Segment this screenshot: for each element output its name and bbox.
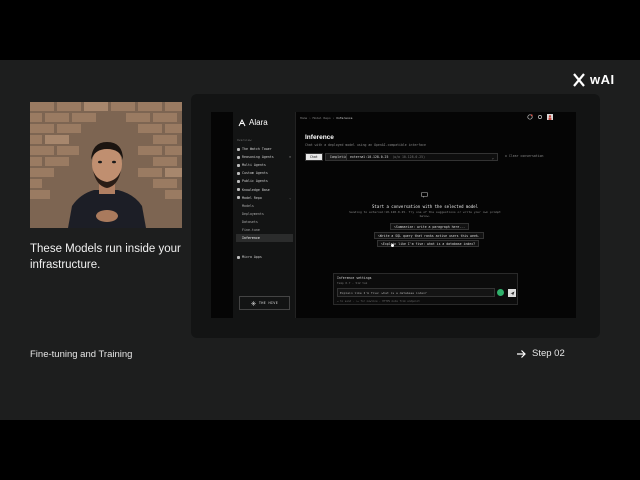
sidebar-item-custom-agents[interactable]: Custom Agents: [236, 169, 293, 177]
model-select-hint: (w/o 10.128.0.25): [392, 155, 426, 159]
chevron-down-icon: ⌄: [289, 195, 291, 200]
chat-mode-button[interactable]: Chat: [305, 153, 323, 161]
sidebar-item-label: Model Repo: [242, 195, 262, 200]
tower-icon: [237, 147, 240, 151]
hive-icon: [250, 300, 256, 306]
slide-caption: These Models run inside your infrastruct…: [30, 243, 181, 271]
assistant-status-icon: [497, 289, 504, 296]
sidebar-item-label: Public Agents: [242, 179, 268, 184]
suggestion-label: Explain like I'm five: what is a databas…: [382, 241, 476, 246]
brain-icon: [237, 155, 240, 159]
sidebar-item-multi-agents[interactable]: Multi Agents: [236, 161, 293, 169]
cube-icon: [237, 196, 240, 200]
notification-icon[interactable]: [527, 114, 533, 120]
app-window: Alara Overview The Watch Tower Reasoning…: [211, 112, 576, 318]
settings-icon[interactable]: [537, 114, 543, 120]
sidebar-subitem-datasets[interactable]: Datasets: [236, 218, 293, 226]
sidebar-subitem-deployments[interactable]: Deployments: [236, 210, 293, 218]
chat-composer: Inference settings Temp 0.7 · 512 tok Ex…: [333, 273, 518, 305]
breadcrumb-model-repo[interactable]: Model Repo: [313, 116, 331, 120]
arrow-right-icon: [517, 349, 526, 358]
prompt-input[interactable]: Explain like I'm five: what is a databas…: [337, 288, 495, 297]
suggestion-chip-summarize[interactable]: ✎ Summarize: write a paragraph here...: [390, 223, 470, 230]
grid-icon: [237, 255, 240, 259]
page-title: Inference: [305, 134, 334, 141]
sidebar-item-label: Custom Agents: [242, 171, 268, 176]
book-icon: [237, 188, 240, 192]
brand-mark-icon: [573, 72, 585, 87]
page-subtitle: Chat with a deployed model using an Open…: [305, 143, 426, 147]
header-actions: [527, 114, 553, 120]
suggestion-label: Summarize: write a paragraph here...: [395, 224, 466, 229]
alara-logo-icon: [238, 118, 246, 126]
clear-conversation-label: Clear conversation: [508, 154, 544, 158]
chevron-down-icon: ⌄: [491, 154, 494, 160]
letterbox-top: [0, 0, 640, 60]
composer-settings-header[interactable]: Inference settings: [337, 276, 372, 280]
agents-icon: [237, 163, 240, 167]
sidebar: Alara Overview The Watch Tower Reasoning…: [233, 112, 296, 318]
model-select-value: external:10.128.0.25: [350, 155, 389, 159]
sidebar-item-public-agents[interactable]: Public Agents: [236, 177, 293, 185]
sidebar-item-knowledge-base[interactable]: Knowledge Base: [236, 185, 293, 193]
empty-state-subtitle: Sending to external:10.128.0.25. Try one…: [349, 210, 501, 218]
trash-icon: ⊗: [505, 154, 507, 158]
brand-name: wAI: [590, 72, 615, 87]
model-select[interactable]: external:10.128.0.25 (w/o 10.128.0.25) ⌄: [346, 153, 498, 161]
suggestion-chip-sql[interactable]: ✎ Write a SQL query that ranks active us…: [374, 232, 484, 239]
sidebar-subitem-models[interactable]: Models: [236, 202, 293, 210]
footer-step-label: Step 02: [532, 348, 565, 359]
sidebar-item-label: The Watch Tower: [242, 147, 272, 152]
hive-badge[interactable]: THE HIVE: [239, 296, 290, 310]
sidebar-nav: The Watch Tower Reasoning Agents ⌘ Multi …: [236, 145, 293, 243]
empty-state-title: Start a conversation with the selected m…: [372, 204, 478, 209]
send-icon: [510, 291, 514, 295]
shortcut-icon: ⌘: [289, 155, 291, 160]
app-logo-text: Alara: [249, 118, 268, 127]
composer-settings-meta: Temp 0.7 · 512 tok: [337, 281, 368, 285]
suggestion-label: Write a SQL query that ranks active user…: [379, 233, 480, 238]
app-logo[interactable]: Alara: [238, 118, 268, 127]
sidebar-item-reasoning-agents[interactable]: Reasoning Agents ⌘: [236, 153, 293, 161]
chat-bubble-icon: [421, 192, 428, 198]
sidebar-item-label: Reasoning Agents: [242, 155, 274, 160]
composer-hint: ↵ to send · ⇧↵ for newline · HTTPS mode …: [337, 300, 420, 303]
mouse-cursor: [391, 244, 394, 247]
globe-icon: [237, 179, 240, 183]
sidebar-subitem-inference[interactable]: Inference: [236, 234, 293, 243]
sidebar-item-micro-apps[interactable]: Micro Apps: [236, 253, 293, 261]
footer-section-title: Fine-tuning and Training: [30, 349, 133, 360]
brand-logo: wAI: [572, 72, 615, 87]
presenter-video: [30, 102, 182, 228]
hive-badge-label: THE HIVE: [258, 301, 279, 305]
breadcrumb-current: Inference: [336, 116, 353, 120]
sidebar-item-label: Knowledge Base: [242, 187, 270, 192]
letterbox-bottom: [0, 420, 640, 480]
sidebar-item-label: Micro Apps: [242, 255, 262, 260]
breadcrumb-home[interactable]: Home: [300, 116, 307, 120]
avatar[interactable]: [547, 114, 553, 120]
clear-conversation-button[interactable]: ⊗ Clear conversation: [505, 154, 543, 158]
footer-step: Step 02: [516, 348, 565, 359]
send-button[interactable]: [508, 289, 516, 297]
sidebar-item-model-repo[interactable]: Model Repo ⌄: [236, 194, 293, 202]
sidebar-item-watch-tower[interactable]: The Watch Tower: [236, 145, 293, 153]
sidebar-subitem-fine-tune[interactable]: Fine-tune: [236, 226, 293, 234]
breadcrumb: Home › Model Repo › Inference: [300, 116, 353, 120]
wrench-icon: [237, 171, 240, 175]
sidebar-section-label: Overview: [237, 138, 252, 142]
sidebar-item-label: Multi Agents: [242, 163, 266, 168]
